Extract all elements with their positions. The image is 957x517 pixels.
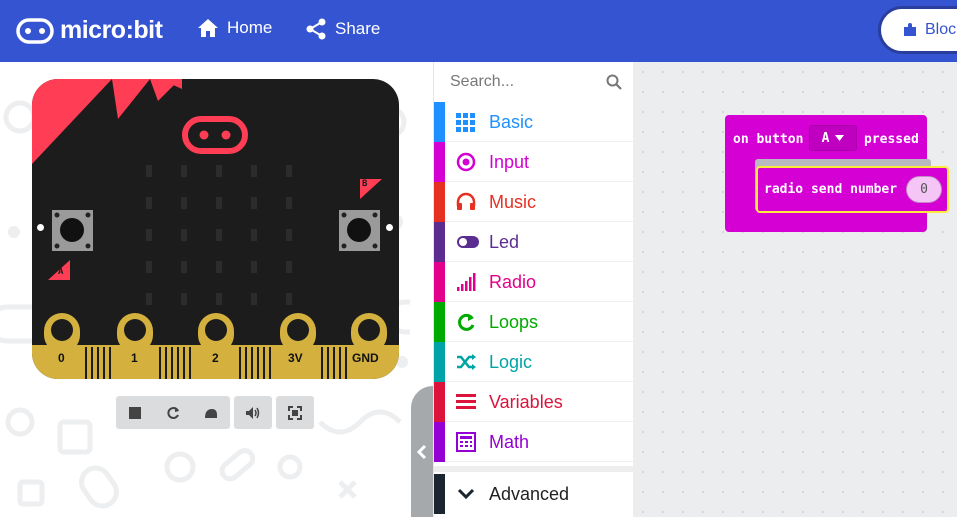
pin-gnd[interactable]: GND [352, 351, 379, 365]
restart-icon [167, 406, 179, 419]
restart-button[interactable] [154, 396, 192, 429]
category-variables[interactable]: Variables [434, 382, 634, 422]
led-matrix [146, 165, 292, 305]
fullscreen-icon [288, 405, 302, 420]
search-input[interactable]: Search... [450, 73, 514, 91]
blocks-editor-toggle[interactable]: Block [878, 6, 957, 54]
simulator-controls [116, 396, 314, 429]
event-suffix: pressed [864, 132, 919, 147]
ring-hole-left [37, 224, 44, 231]
category-logic[interactable]: Logic [434, 342, 634, 382]
category-input[interactable]: Input [434, 142, 634, 182]
dropdown-value: A [821, 130, 830, 146]
home-button[interactable]: Home [197, 18, 272, 38]
button-b-label: B [362, 179, 368, 189]
board-logo [182, 116, 248, 154]
header-bar: micro:bit Home Share Block [0, 0, 957, 62]
toolbox: Search... Basic Input Music Led Radio Lo… [433, 62, 634, 517]
microbit-logo[interactable]: micro:bit [16, 16, 163, 45]
category-label: Logic [489, 352, 533, 372]
share-label: Share [335, 19, 381, 38]
refresh-icon [458, 313, 475, 331]
logo-text: micro:bit [60, 16, 163, 44]
pin-2[interactable]: 2 [212, 351, 219, 365]
pin-0[interactable]: 0 [58, 351, 65, 365]
microbit-logo-icon [16, 17, 54, 44]
statement-label: radio send number [764, 182, 898, 197]
category-label: Variables [489, 392, 563, 412]
category-loops[interactable]: Loops [434, 302, 634, 342]
microbit-board: A B 0 1 2 3V GND [32, 79, 399, 379]
category-basic[interactable]: Basic [434, 102, 634, 142]
shuffle-icon [457, 354, 476, 370]
dropdown-arrow-icon [835, 135, 845, 141]
radio-send-number-block[interactable]: radio send number 0 [756, 166, 949, 213]
list-icon [456, 394, 476, 409]
chevron-left-icon [417, 444, 427, 459]
button-a[interactable] [52, 210, 93, 251]
category-label: Loops [489, 312, 539, 332]
home-label: Home [227, 18, 273, 37]
number-input[interactable]: 0 [906, 176, 942, 203]
fullscreen-button[interactable] [276, 396, 314, 429]
search-icon [606, 74, 622, 90]
category-label: Music [489, 192, 537, 212]
corner-decoration [32, 79, 112, 164]
chevron-down-icon [457, 488, 475, 500]
stop-icon [129, 406, 141, 419]
category-radio[interactable]: Radio [434, 262, 634, 302]
button-b[interactable] [339, 210, 380, 251]
slow-mo-icon [205, 408, 217, 418]
category-label: Radio [489, 272, 537, 292]
event-prefix: on button [733, 132, 804, 147]
share-icon [306, 18, 326, 40]
grid-icon [456, 113, 475, 132]
calculator-icon [456, 432, 476, 452]
category-label: Led [489, 232, 520, 252]
category-label: Input [489, 152, 530, 172]
search-box[interactable]: Search... [434, 62, 634, 102]
stop-button[interactable] [116, 396, 154, 429]
category-music[interactable]: Music [434, 182, 634, 222]
mute-icon [246, 406, 260, 419]
category-math[interactable]: Math [434, 422, 634, 462]
signal-bars-icon [457, 273, 476, 291]
simulator-panel: A B 0 1 2 3V GND [0, 62, 410, 517]
blocks-toggle-label: Block [925, 21, 957, 38]
slow-mo-button[interactable] [192, 396, 230, 429]
category-advanced[interactable]: Advanced [434, 474, 634, 514]
mute-button[interactable] [234, 396, 272, 429]
puzzle-icon [904, 23, 916, 36]
share-button[interactable]: Share [305, 18, 380, 40]
pin-3v[interactable]: 3V [288, 351, 303, 365]
category-led[interactable]: Led [434, 222, 634, 262]
collapse-simulator-button[interactable] [411, 386, 433, 517]
home-icon [198, 19, 218, 37]
separator [434, 466, 634, 472]
blocks-workspace[interactable]: on button A pressed radio send number 0 [633, 62, 957, 517]
button-dropdown[interactable]: A [809, 125, 857, 151]
toggle-icon [457, 236, 479, 248]
category-label: Basic [489, 112, 534, 132]
ring-hole-right [386, 224, 393, 231]
headphones-icon [456, 192, 476, 210]
button-a-label: A [58, 267, 64, 277]
radio-button-icon [456, 152, 476, 172]
category-label: Math [489, 432, 530, 452]
category-label: Advanced [489, 484, 570, 504]
pin-1[interactable]: 1 [131, 351, 138, 365]
